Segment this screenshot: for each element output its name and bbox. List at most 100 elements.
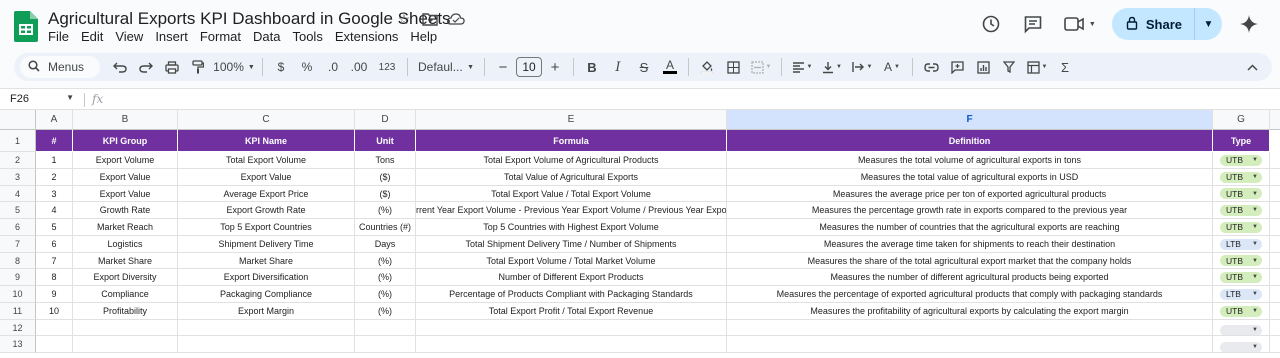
table-cell-formula[interactable]: Total Export Value / Total Export Volume [416,185,727,203]
table-cell-name[interactable]: Total Export Volume [178,152,355,169]
bold-button[interactable]: B [580,55,604,79]
table-cell-name[interactable]: Export Diversification [178,269,355,286]
menus-search[interactable]: Menus [20,56,100,78]
percent-format-button[interactable]: % [295,55,319,79]
row-header-6[interactable]: 6 [0,219,36,236]
table-cell-definition[interactable]: Measures the percentage of exported agri… [727,286,1213,303]
meet-video-icon[interactable]: ▼ [1060,9,1100,39]
table-cell-group[interactable] [73,319,178,337]
text-color-icon[interactable]: A [658,55,682,79]
type-dropdown-chip[interactable]: UTB ▼ [1220,221,1262,233]
row-header-7[interactable]: 7 [0,235,36,253]
type-dropdown-chip[interactable]: ▼ [1220,325,1262,336]
table-cell-name[interactable]: Shipment Delivery Time [178,235,355,253]
column-header-e[interactable]: E [416,110,727,130]
table-cell-unit[interactable] [355,319,416,337]
table-cell-group[interactable]: Market Reach [73,219,178,236]
table-cell-type[interactable]: UTB ▼ [1213,185,1270,203]
table-cell-group[interactable]: Profitability [73,302,178,320]
table-cell-group[interactable]: Logistics [73,235,178,253]
increase-decimal-button[interactable]: .00 [347,55,371,79]
table-cell-group[interactable]: Growth Rate [73,202,178,219]
row-header-13[interactable]: 13 [0,336,36,353]
italic-icon[interactable]: I [606,55,630,79]
table-cell-name[interactable]: Export Value [178,168,355,186]
table-cell-empty[interactable] [1270,202,1280,219]
table-cell-type[interactable]: UTB ▼ [1213,302,1270,320]
table-cell-empty[interactable] [1270,320,1280,337]
type-dropdown-chip[interactable]: UTB ▼ [1220,255,1262,267]
column-header-b[interactable]: B [73,110,178,130]
type-dropdown-chip[interactable]: LTB ▼ [1220,238,1262,250]
move-folder-icon[interactable] [421,10,439,28]
name-box[interactable]: F26 ▼ [10,93,74,105]
table-cell-formula[interactable]: rrent Year Export Volume - Previous Year… [416,202,727,219]
menu-tools[interactable]: Tools [292,29,328,44]
column-header-d[interactable]: D [355,110,416,130]
comments-icon[interactable] [1018,9,1048,39]
table-cell-definition[interactable]: Measures the total volume of agricultura… [727,152,1213,169]
star-icon[interactable]: ☆ [395,10,413,28]
type-dropdown-chip[interactable]: UTB ▼ [1220,205,1262,217]
vertical-align-icon[interactable]: ▼ [818,55,846,79]
table-cell-empty[interactable] [1270,236,1280,253]
table-cell-unit[interactable]: Countries (#) [355,219,416,236]
table-cell-type[interactable]: UTB ▼ [1213,168,1270,186]
history-icon[interactable] [976,9,1006,39]
spreadsheet-grid[interactable]: A B C D E F G 1 2 3 4 5 6 7 8 9 10 11 12 13 # KPI Group KPI Na… [0,110,1280,358]
table-cell-type[interactable]: ▼ [1213,336,1270,353]
table-cell-name[interactable] [178,336,355,353]
table-cell-formula[interactable]: Percentage of Products Compliant with Pa… [416,286,727,303]
table-cell-unit[interactable]: Tons [355,152,416,169]
table-cell-empty[interactable] [1270,336,1280,353]
menu-view[interactable]: View [115,29,149,44]
table-cell-num[interactable]: 8 [36,269,73,286]
filter-views-icon[interactable]: ▼ [1023,55,1051,79]
table-cell-definition[interactable]: Measures the total value of agricultural… [727,168,1213,186]
menu-file[interactable]: File [48,29,75,44]
table-cell-unit[interactable]: (%) [355,202,416,219]
font-select[interactable]: Defaul... ▼ [414,55,478,79]
table-cell-name[interactable]: Market Share [178,252,355,270]
column-header-g[interactable]: G [1213,110,1270,130]
menu-insert[interactable]: Insert [155,29,194,44]
type-dropdown-chip[interactable]: UTB ▼ [1220,188,1262,200]
paint-format-icon[interactable] [186,55,210,79]
table-cell-empty[interactable] [1270,286,1280,303]
row-header-4[interactable]: 4 [0,185,36,203]
type-dropdown-chip[interactable]: UTB ▼ [1220,272,1262,284]
table-cell-unit[interactable]: ($) [355,185,416,203]
table-cell-empty[interactable] [1270,219,1280,236]
table-cell-type[interactable]: UTB ▼ [1213,202,1270,219]
type-dropdown-chip[interactable]: LTB ▼ [1220,288,1262,300]
table-cell-name[interactable] [178,319,355,337]
table-cell-num[interactable]: 7 [36,252,73,270]
table-cell-unit[interactable]: (%) [355,286,416,303]
share-dropdown-icon[interactable]: ▼ [1194,8,1222,40]
table-cell-type[interactable]: UTB ▼ [1213,252,1270,270]
table-cell-formula[interactable]: Total Value of Agricultural Exports [416,168,727,186]
table-cell-num[interactable]: 10 [36,302,73,320]
print-icon[interactable] [160,55,184,79]
table-cell-group[interactable]: Export Value [73,185,178,203]
table-cell-formula[interactable]: Total Shipment Delivery Time / Number of… [416,235,727,253]
select-all-corner[interactable] [0,110,36,130]
column-header-f[interactable]: F [727,110,1213,130]
table-cell-empty[interactable] [1270,169,1280,186]
table-cell-unit[interactable]: ($) [355,168,416,186]
currency-format-button[interactable]: $ [269,55,293,79]
filter-icon[interactable] [997,55,1021,79]
table-cell-name[interactable]: Export Margin [178,302,355,320]
table-cell-group[interactable]: Market Share [73,252,178,270]
font-size-decrease-button[interactable]: − [491,55,515,79]
table-cell-type[interactable]: UTB ▼ [1213,219,1270,236]
gemini-sparkle-icon[interactable] [1234,9,1264,39]
insert-link-icon[interactable] [919,55,943,79]
text-wrapping-icon[interactable]: ▼ [848,55,876,79]
row-header-10[interactable]: 10 [0,286,36,303]
undo-icon[interactable] [108,55,132,79]
table-cell-num[interactable] [36,336,73,353]
table-cell-group[interactable] [73,336,178,353]
table-cell-empty[interactable] [1270,152,1280,169]
text-rotation-icon[interactable]: A ▼ [878,55,906,79]
